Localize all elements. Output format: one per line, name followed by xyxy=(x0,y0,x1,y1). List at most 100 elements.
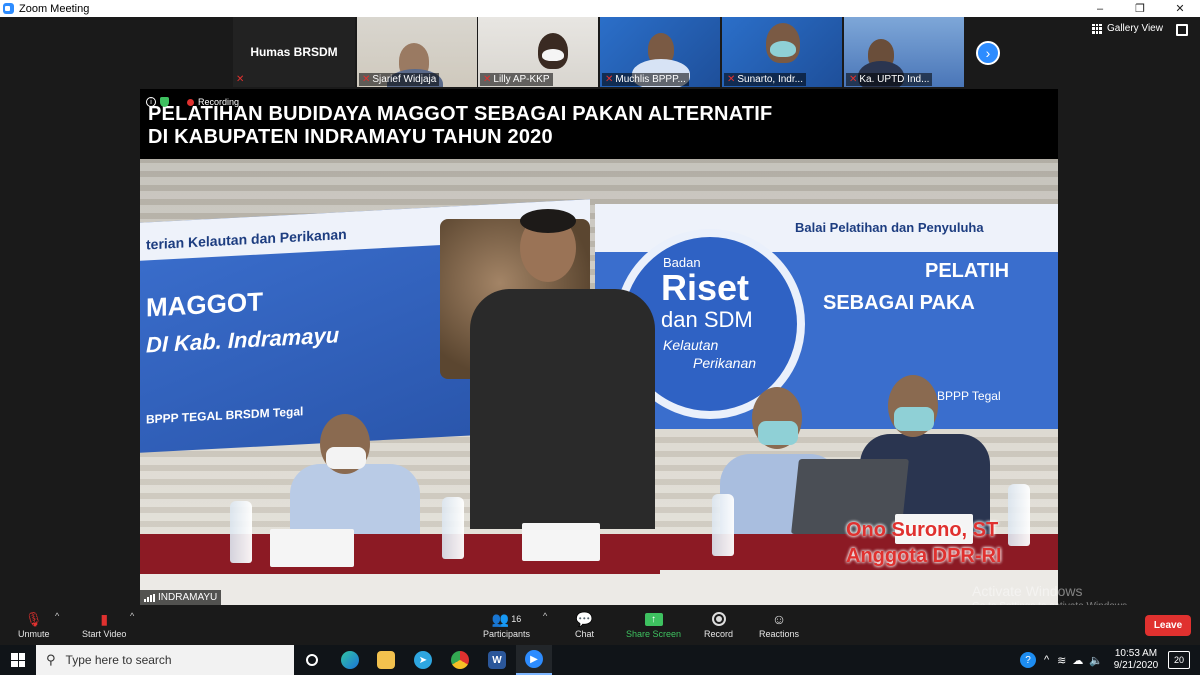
video-off-icon: ▮ xyxy=(100,610,109,627)
video-title-line1: PELATIHAN BUDIDAYA MAGGOT SEBAGAI PAKAN … xyxy=(148,103,773,125)
chat-button[interactable]: 💬 Chat xyxy=(575,609,595,640)
start-video-button[interactable]: ▮ Start Video xyxy=(82,609,127,640)
participant-name-label: ✕ Lilly AP-KKP xyxy=(480,73,553,86)
zoom-app-icon xyxy=(3,3,14,14)
encryption-shield-icon[interactable] xyxy=(160,97,169,107)
logo-text2: Riset xyxy=(661,267,750,308)
caption-role: Anggota DPR-RI xyxy=(846,545,1002,567)
activate-windows-watermark: Activate Windows xyxy=(972,583,1083,599)
task-view-button[interactable] xyxy=(294,645,330,675)
share-screen-icon: ↑ xyxy=(644,612,663,626)
participant-strip: Humas BRSDM ✕ ✕ Sjarief Widjaja ✕ Lilly AP… xyxy=(0,17,1200,87)
water-bottle xyxy=(230,501,252,563)
word-icon: W xyxy=(488,651,506,669)
telegram-taskbar-button[interactable]: ➤ xyxy=(405,645,441,675)
participant-tile[interactable]: ✕ Sjarief Widjaja xyxy=(357,17,477,87)
system-tray: ? ^ ≋ ☁ 🔈 xyxy=(1020,645,1103,675)
speaker-label-text: INDRAMAYU xyxy=(158,592,218,603)
speaker-hair xyxy=(520,209,576,233)
edge-taskbar-button[interactable] xyxy=(332,645,368,675)
notification-center-button[interactable]: 20 xyxy=(1168,651,1190,669)
close-button[interactable]: ✕ xyxy=(1160,0,1200,17)
logo-text5: Perikanan xyxy=(693,355,757,371)
title-bar: Zoom Meeting – ❐ ✕ xyxy=(0,0,1200,17)
restore-button[interactable]: ❐ xyxy=(1120,0,1160,17)
participant-name-label: ✕ Ka. UPTD Ind... xyxy=(846,73,933,86)
record-button[interactable]: Record xyxy=(704,609,733,639)
mask xyxy=(758,421,798,445)
participants-label: Participants xyxy=(483,629,531,639)
file-explorer-taskbar-button[interactable] xyxy=(368,645,404,675)
participant-tile[interactable]: ✕ Ka. UPTD Ind... xyxy=(844,17,964,87)
banner-left-text4: BPPP TEGAL BRSDM Tegal xyxy=(146,404,304,427)
recording-dot-icon xyxy=(187,98,194,106)
muted-mic-icon: ✕ xyxy=(727,74,736,85)
chrome-icon xyxy=(451,651,469,669)
speaker-caption: Ono Surono, ST Anggota DPR-RI xyxy=(846,517,1002,569)
participant-name-label: ✕ Sjarief Widjaja xyxy=(359,73,440,86)
self-video-tile[interactable]: Humas BRSDM ✕ xyxy=(233,17,355,87)
taskbar-search-box[interactable]: ⚲ Type here to search xyxy=(36,645,294,675)
record-icon xyxy=(711,612,726,626)
mask xyxy=(894,407,934,431)
chat-label: Chat xyxy=(575,629,595,639)
cloud-icon[interactable]: ☁ xyxy=(1072,654,1083,667)
participant-tile[interactable]: ✕ Muchlis BPPP... xyxy=(600,17,720,87)
fullscreen-icon[interactable] xyxy=(1176,24,1188,36)
chat-icon: 💬 xyxy=(575,610,594,627)
help-icon[interactable]: ? xyxy=(1020,652,1036,668)
windows-taskbar: ⚲ Type here to search ➤ W ▶ ? ^ ≋ ☁ � xyxy=(0,645,1200,675)
reactions-label: Reactions xyxy=(759,629,800,639)
start-button[interactable] xyxy=(0,645,36,675)
banner-left-text3: DI Kab. Indramayu xyxy=(146,322,340,358)
speaker-figure xyxy=(470,289,655,529)
banner-left-text2: MAGGOT xyxy=(146,286,263,323)
info-icon[interactable]: i xyxy=(146,97,156,107)
volume-icon[interactable]: 🔈 xyxy=(1089,654,1103,667)
word-taskbar-button[interactable]: W xyxy=(479,645,515,675)
video-scene: terian Kelautan dan Perikanan MAGGOT DI … xyxy=(140,159,1058,605)
taskbar-clock[interactable]: 10:53 AM 9/21/2020 xyxy=(1106,648,1166,672)
clock-date: 9/21/2020 xyxy=(1113,660,1159,671)
banner-right-text3: SEBAGAI PAKA xyxy=(823,292,975,314)
self-name: Humas BRSDM xyxy=(250,45,338,59)
participants-button[interactable]: 👥 16 Participants xyxy=(483,609,531,640)
network-icon[interactable]: ≋ xyxy=(1057,654,1066,667)
video-options-caret[interactable]: ^ xyxy=(130,611,134,621)
zoom-taskbar-button[interactable]: ▶ xyxy=(516,645,552,675)
chevron-up-icon[interactable]: ^ xyxy=(1044,654,1049,666)
search-icon: ⚲ xyxy=(46,652,56,667)
muted-mic-icon: ✕ xyxy=(849,74,858,85)
grid-icon xyxy=(1092,23,1102,34)
video-title-line2: DI KABUPATEN INDRAMAYU TAHUN 2020 xyxy=(148,126,553,148)
zoom-window: Zoom Meeting – ❐ ✕ Humas BRSDM ✕ ✕ Sjarie… xyxy=(0,0,1200,675)
video-title-overlay: PELATIHAN BUDIDAYA MAGGOT SEBAGAI PAKAN … xyxy=(140,89,1058,159)
participant-tile[interactable]: ✕ Lilly AP-KKP xyxy=(478,17,598,87)
search-placeholder: Type here to search xyxy=(65,653,172,667)
reactions-icon: ☺ xyxy=(771,611,787,627)
caption-name: Ono Surono, ST xyxy=(846,519,999,541)
leave-button[interactable]: Leave xyxy=(1145,615,1191,636)
share-screen-button[interactable]: ↑ Share Screen xyxy=(626,609,681,639)
gallery-view-button[interactable]: Gallery View xyxy=(1092,23,1163,34)
muted-mic-icon: ✕ xyxy=(605,74,614,85)
participant-tile[interactable]: ✕ Sunarto, Indr... xyxy=(722,17,842,87)
start-video-label: Start Video xyxy=(82,629,127,639)
signal-bars-icon xyxy=(144,593,155,602)
participants-icon: 👥 16 xyxy=(491,610,522,627)
unmute-button[interactable]: 🎙 Unmute xyxy=(18,609,50,640)
participant-name-label: ✕ Muchlis BPPP... xyxy=(602,73,689,86)
logo-text3: dan SDM xyxy=(661,307,753,332)
audio-options-caret[interactable]: ^ xyxy=(55,611,59,621)
muted-microphone-icon: 🎙 xyxy=(24,610,43,627)
snack-box xyxy=(270,529,354,567)
minimize-button[interactable]: – xyxy=(1080,0,1120,17)
chrome-taskbar-button[interactable] xyxy=(442,645,478,675)
reactions-button[interactable]: ☺ Reactions xyxy=(759,609,799,639)
participants-count: 16 xyxy=(511,614,522,624)
recording-indicator: i Recording xyxy=(146,97,239,107)
meeting-toolbar: 🎙 Unmute ^ ▮ Start Video ^ 👥 16 Particip… xyxy=(0,605,1200,645)
next-page-button[interactable]: › xyxy=(976,41,1000,65)
zoom-icon: ▶ xyxy=(525,650,543,668)
participants-options-caret[interactable]: ^ xyxy=(543,611,547,621)
